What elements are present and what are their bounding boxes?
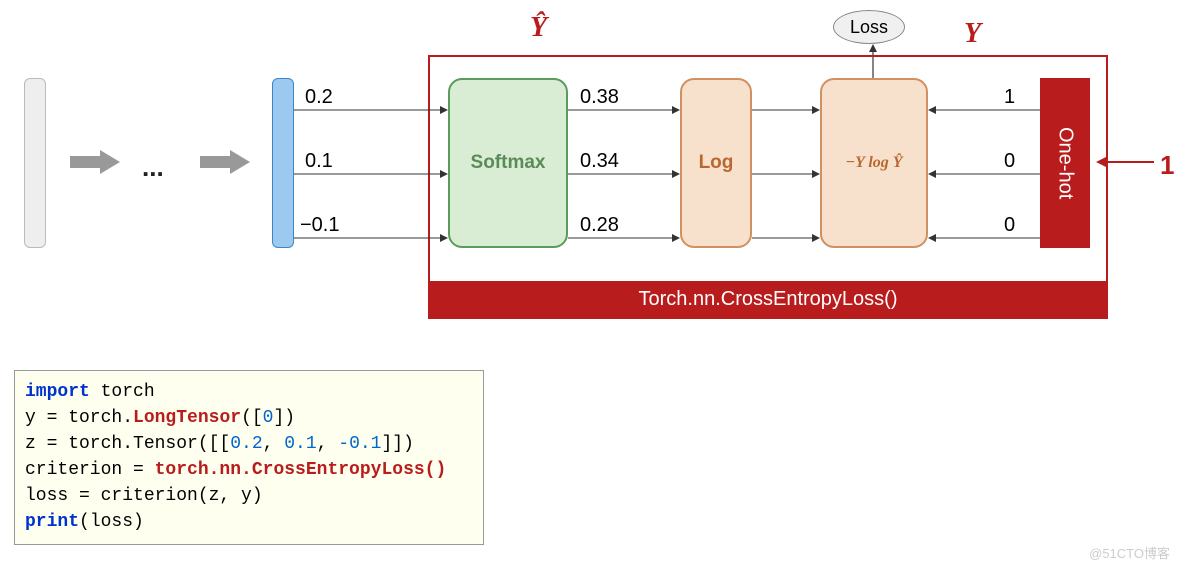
code-3a: z = torch.Tensor([[	[25, 434, 230, 454]
kw-import: import	[25, 382, 90, 402]
kw-print: print	[25, 512, 79, 532]
loss-node: Loss	[833, 10, 905, 44]
logit-0: 0.2	[305, 86, 333, 109]
wire-s1	[568, 172, 680, 176]
code-line-5: loss = criterion(z, y)	[25, 483, 473, 509]
nll-block: −Y log Ŷ	[820, 78, 928, 248]
diagram-canvas: Ŷ Y Loss Torch.nn.CrossEntropyLoss() ...…	[0, 0, 1184, 570]
wire-g0	[752, 108, 820, 112]
code-2d: ])	[273, 408, 295, 428]
watermark: @51CTO博客	[1089, 543, 1170, 562]
nll-text: −Y log Ŷ	[845, 154, 902, 172]
code-4a: criterion =	[25, 460, 155, 480]
prob-2: 0.28	[580, 214, 619, 237]
code-2c: 0	[263, 408, 274, 428]
code-line-1: import torch	[25, 379, 473, 405]
prob-0: 0.38	[580, 86, 619, 109]
wire-l2	[294, 236, 448, 240]
input-tensor-block	[24, 78, 46, 248]
longtensor: LongTensor	[133, 408, 241, 428]
softmax-block: Softmax	[448, 78, 568, 248]
label-y: Y	[964, 18, 981, 50]
logit-2: −0.1	[300, 214, 339, 237]
wire-o2	[928, 236, 1040, 240]
code-6b: (loss)	[79, 512, 144, 532]
code-2b: ([	[241, 408, 263, 428]
onehot-1: 0	[1004, 150, 1015, 173]
wire-class-in	[1096, 160, 1154, 164]
class-index-input: 1	[1160, 150, 1174, 181]
crossentropy-footer: Torch.nn.CrossEntropyLoss()	[430, 281, 1106, 317]
wire-l0	[294, 108, 448, 112]
z1: 0.1	[284, 434, 316, 454]
wire-o1	[928, 172, 1040, 176]
cel: torch.nn.CrossEntropyLoss()	[155, 460, 447, 480]
onehot-block: One-hot	[1040, 78, 1090, 248]
log-text: Log	[699, 152, 734, 174]
flow-arrow-2	[200, 150, 250, 174]
logits-block	[272, 78, 294, 248]
loss-text: Loss	[850, 17, 888, 38]
onehot-text: One-hot	[1054, 127, 1077, 199]
softmax-text: Softmax	[471, 152, 546, 174]
wire-o0	[928, 108, 1040, 112]
onehot-0: 1	[1004, 86, 1015, 109]
wire-g2	[752, 236, 820, 240]
ellipsis: ...	[142, 152, 164, 183]
prob-1: 0.34	[580, 150, 619, 173]
z2: -0.1	[338, 434, 381, 454]
wire-g1	[752, 172, 820, 176]
wire-l1	[294, 172, 448, 176]
code-line-4: criterion = torch.nn.CrossEntropyLoss()	[25, 457, 473, 483]
sep1: ,	[263, 434, 285, 454]
mod-torch: torch	[90, 382, 155, 402]
flow-arrow-1	[70, 150, 120, 174]
wire-s0	[568, 108, 680, 112]
logit-1: 0.1	[305, 150, 333, 173]
wire-s2	[568, 236, 680, 240]
code-line-3: z = torch.Tensor([[0.2, 0.1, -0.1]])	[25, 431, 473, 457]
footer-text: Torch.nn.CrossEntropyLoss()	[639, 288, 898, 311]
code-line-2: y = torch.LongTensor([0])	[25, 405, 473, 431]
code-3b: ]])	[381, 434, 413, 454]
code-line-6: print(loss)	[25, 509, 473, 535]
code-snippet: import torch y = torch.LongTensor([0]) z…	[14, 370, 484, 545]
z0: 0.2	[230, 434, 262, 454]
log-block: Log	[680, 78, 752, 248]
label-y-hat: Ŷ	[530, 12, 547, 44]
sep2: ,	[317, 434, 339, 454]
code-2a: y = torch.	[25, 408, 133, 428]
onehot-2: 0	[1004, 214, 1015, 237]
